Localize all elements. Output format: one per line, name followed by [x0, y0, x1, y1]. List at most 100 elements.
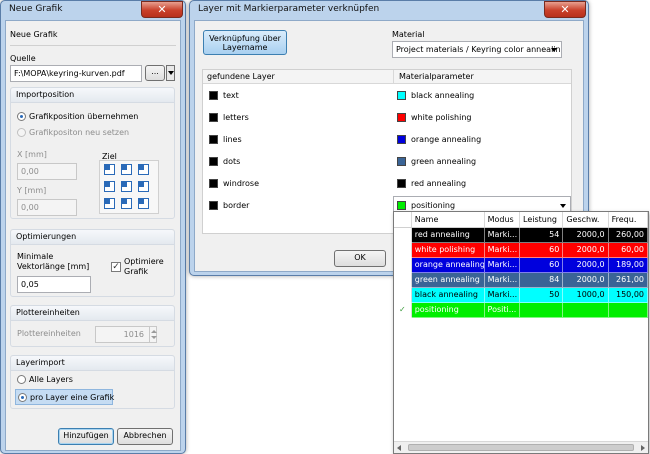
cell-geschw: 2000,0	[563, 273, 609, 288]
layer-color-swatch	[209, 157, 218, 166]
radio-grafikposition-neu[interactable]	[17, 128, 26, 137]
radio-pro-layer[interactable]	[18, 393, 27, 402]
layer-row[interactable]: dots green annealing	[203, 151, 571, 173]
chevron-down-icon	[560, 204, 566, 208]
table-row[interactable]: green annealing Marki... 84 2000,0 261,00	[394, 273, 648, 288]
layer-row[interactable]: lines orange annealing	[203, 129, 571, 151]
quelle-path-field[interactable]: F:\MOPA\keyring-kurven.pdf	[10, 65, 142, 82]
parameter-popup-table: Name Modus Leistung Geschw. Frequ. red annea…	[393, 211, 649, 454]
table-row[interactable]: ✓ positioning Positi...	[394, 303, 648, 318]
radio-alle-label: Alle Layers	[29, 375, 73, 384]
layer-table-header: gefundene Layer Materialparameter	[203, 70, 571, 84]
radio-alle-layers[interactable]	[17, 375, 26, 384]
popup-table-header: Name Modus Leistung Geschw. Frequ.	[394, 212, 648, 228]
anchor-bottom-left[interactable]	[104, 198, 115, 209]
importposition-group: Importposition Grafikposition übernehmen…	[10, 87, 175, 219]
abbrechen-button[interactable]: Abbrechen	[117, 428, 173, 445]
radio-grafikposition-uebernehmen[interactable]	[17, 112, 26, 121]
param-name: orange annealing	[411, 135, 482, 144]
header-divider	[10, 45, 176, 46]
chevron-down-icon	[551, 48, 557, 52]
row-indicator	[394, 258, 412, 273]
cell-geschw: 2000,0	[563, 258, 609, 273]
plotter-units-label: Plottereinheiten	[17, 329, 81, 338]
layer-color-swatch	[209, 135, 218, 144]
browse-button[interactable]: ...	[145, 65, 165, 81]
param-name: red annealing	[411, 179, 467, 188]
column-header[interactable]: Name	[412, 212, 485, 227]
chevron-down-icon	[168, 71, 174, 75]
browse-dropdown-button[interactable]	[166, 65, 175, 81]
cell-name: positioning	[411, 303, 485, 318]
table-row[interactable]: orange annealing Marki... 60 2000,0 189,00	[394, 258, 648, 273]
ok-button[interactable]: OK	[334, 250, 386, 267]
min-vector-field[interactable]: 0,05	[17, 276, 91, 293]
anchor-top-left[interactable]	[104, 164, 115, 175]
plotter-units-spinner[interactable]	[149, 327, 157, 342]
cell-leistung: 50	[520, 288, 564, 303]
layer-name: letters	[223, 113, 249, 122]
anchor-top-right[interactable]	[138, 164, 149, 175]
plottereinheiten-title: Plottereinheiten	[11, 306, 174, 321]
horizontal-scrollbar[interactable]	[394, 441, 648, 453]
optimiere-grafik-label: Optimiere Grafik	[124, 257, 164, 276]
col-divider	[393, 70, 394, 84]
scroll-thumb[interactable]	[408, 444, 634, 451]
cell-name: green annealing	[411, 273, 485, 288]
anchor-center[interactable]	[121, 181, 132, 192]
window-title: Neue Grafik	[9, 4, 63, 14]
column-header[interactable]: Geschw.	[563, 212, 609, 227]
anchor-middle-left[interactable]	[104, 181, 115, 192]
link-by-layername-label: Verknüpfung über Layername	[209, 34, 281, 52]
cell-modus: Positi...	[484, 303, 520, 318]
cell-modus: Marki...	[484, 243, 521, 258]
row-indicator	[394, 228, 412, 243]
cell-frequ: 60,00	[608, 243, 648, 258]
close-button[interactable]: ✕	[544, 1, 586, 18]
cell-frequ: 150,00	[608, 288, 648, 303]
cell-geschw: 2000,0	[563, 228, 609, 243]
row-indicator	[394, 243, 412, 258]
close-button[interactable]: ✕	[141, 1, 183, 18]
table-row[interactable]: red annealing Marki... 54 2000,0 260,00	[394, 228, 648, 243]
column-header[interactable]: Modus	[485, 212, 521, 227]
row-indicator	[394, 273, 412, 288]
cell-leistung: 84	[520, 273, 564, 288]
x-field[interactable]: 0,00	[17, 163, 77, 180]
cell-modus: Marki...	[484, 288, 521, 303]
cell-modus: Marki...	[484, 258, 521, 273]
layerimport-group: Layerimport Alle Layers pro Layer eine G…	[10, 355, 175, 409]
selected-check-icon: ✓	[394, 303, 412, 318]
row-indicator-header	[394, 212, 412, 227]
link-by-layername-button[interactable]: Verknüpfung über Layername	[203, 30, 287, 55]
anchor-middle-right[interactable]	[138, 181, 149, 192]
layer-name: windrose	[223, 179, 260, 188]
table-row[interactable]: black annealing Marki... 50 1000,0 150,00	[394, 288, 648, 303]
anchor-top-center[interactable]	[121, 164, 132, 175]
param-color-swatch	[397, 135, 406, 144]
scroll-left-icon[interactable]	[397, 445, 401, 451]
material-select[interactable]: Project materials / Keyring color anneal…	[392, 41, 562, 58]
table-row[interactable]: white polishing Marki... 60 2000,0 60,00	[394, 243, 648, 258]
plotter-units-field[interactable]: 1016	[95, 326, 157, 343]
layerimport-title: Layerimport	[11, 356, 174, 371]
column-header[interactable]: Frequ.	[609, 212, 648, 227]
cell-modus: Marki...	[484, 228, 521, 243]
cell-name: white polishing	[411, 243, 485, 258]
param-color-swatch	[397, 179, 406, 188]
optimiere-grafik-checkbox[interactable]: ✓	[111, 262, 121, 272]
scroll-right-icon[interactable]	[641, 445, 645, 451]
layer-row[interactable]: text black annealing	[203, 85, 571, 107]
anchor-bottom-right[interactable]	[138, 198, 149, 209]
layer-table: gefundene Layer Materialparameter text bl…	[202, 69, 572, 234]
hinzufuegen-button[interactable]: Hinzufügen	[58, 428, 114, 445]
cell-frequ: 260,00	[608, 228, 648, 243]
optimierungen-title: Optimierungen	[11, 230, 174, 245]
layer-color-swatch	[209, 179, 218, 188]
column-header[interactable]: Leistung	[520, 212, 564, 227]
y-field[interactable]: 0,00	[17, 199, 77, 216]
layer-color-swatch	[209, 113, 218, 122]
layer-row[interactable]: windrose red annealing	[203, 173, 571, 195]
layer-row[interactable]: letters white polishing	[203, 107, 571, 129]
anchor-bottom-center[interactable]	[121, 198, 132, 209]
